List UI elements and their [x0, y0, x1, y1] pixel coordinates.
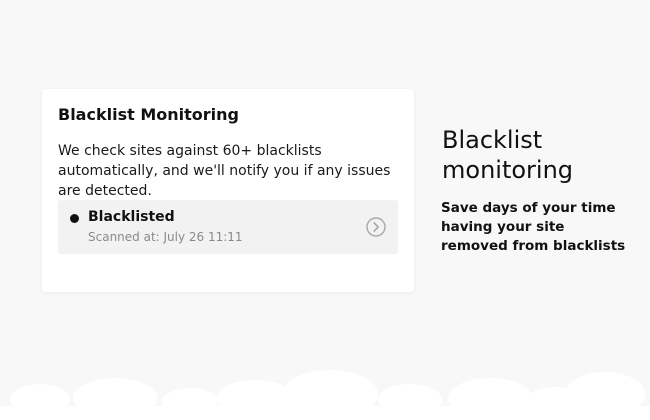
- status-label: Blacklisted: [88, 209, 175, 225]
- feature-heading: Blacklist monitoring: [442, 126, 574, 184]
- status-dot-icon: [70, 214, 79, 223]
- feature-description: Save days of your time having your site …: [441, 200, 626, 254]
- card-title: Blacklist Monitoring: [58, 105, 239, 124]
- blacklist-monitoring-card: Blacklist Monitoring We check sites agai…: [42, 89, 414, 292]
- blacklist-status-row[interactable]: Blacklisted Scanned at: July 26 11:11: [58, 200, 398, 254]
- clouds-decoration: [0, 370, 650, 420]
- card-description: We check sites against 60+ blacklists au…: [58, 143, 391, 199]
- scanned-at-text: Scanned at: July 26 11:11: [88, 230, 243, 244]
- chevron-right-circle-icon[interactable]: [366, 217, 386, 237]
